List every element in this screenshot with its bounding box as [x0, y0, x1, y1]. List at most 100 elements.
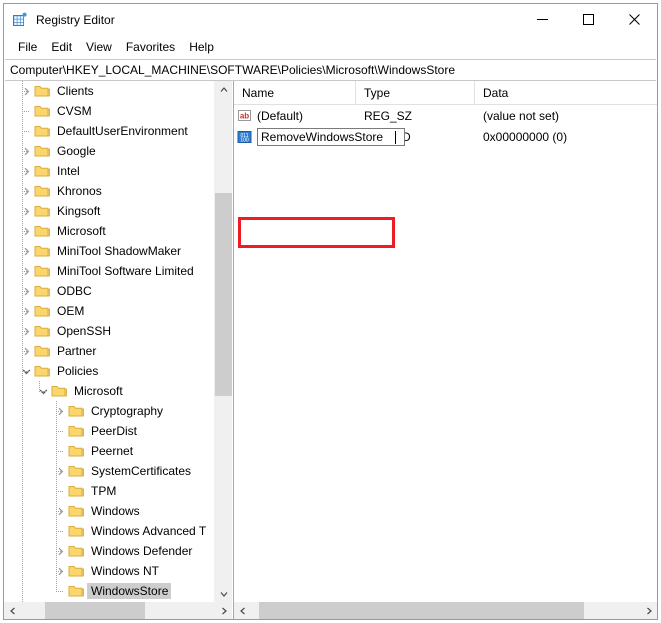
tree-guide-line: [22, 171, 30, 172]
tree-item-windowsstore[interactable]: WindowsStore: [4, 581, 215, 601]
tree-item-minitool-shadowmaker[interactable]: MiniTool ShadowMaker: [4, 241, 215, 261]
tree-item-defaultuserenvironment[interactable]: DefaultUserEnvironment: [4, 121, 215, 141]
menu-item-view[interactable]: View: [79, 38, 119, 56]
tree-item-odbc[interactable]: ODBC: [4, 281, 215, 301]
tree-item-clients[interactable]: Clients: [4, 81, 215, 101]
menu-item-favorites[interactable]: Favorites: [119, 38, 182, 56]
folder-icon: [34, 304, 51, 318]
tree-guide-line: [22, 371, 30, 372]
tree-item-microsoft[interactable]: Microsoft: [4, 381, 215, 401]
close-button[interactable]: [611, 4, 657, 35]
tree-guide-line: [22, 191, 30, 192]
tree-guide-line: [56, 491, 64, 492]
tree-item-policies[interactable]: Policies: [4, 361, 215, 381]
tree-guide-line: [56, 471, 64, 472]
rename-value-editor[interactable]: [257, 128, 405, 146]
tree-item-google[interactable]: Google: [4, 141, 215, 161]
tree-item-khronos[interactable]: Khronos: [4, 181, 215, 201]
value-data-cell: 0x00000000 (0): [475, 130, 657, 144]
folder-icon: [68, 504, 85, 518]
tree-guide-line: [56, 531, 64, 532]
folder-icon: [34, 184, 51, 198]
title-bar[interactable]: Registry Editor: [4, 4, 657, 35]
tree-guide-line: [56, 591, 64, 592]
tree-item-windows-defender[interactable]: Windows Defender: [4, 541, 215, 561]
tree-item-label: PeerDist: [91, 424, 138, 438]
values-hscroll-track[interactable]: [251, 602, 640, 619]
svg-text:ab: ab: [240, 111, 249, 120]
tree-item-tpm[interactable]: TPM: [4, 481, 215, 501]
tree-item-partner[interactable]: Partner: [4, 341, 215, 361]
minimize-button[interactable]: [519, 4, 565, 35]
tree-item-microsoft[interactable]: Microsoft: [4, 221, 215, 241]
tree-item-windows-advanced-t[interactable]: Windows Advanced T: [4, 521, 215, 541]
tree-item-windows-nt[interactable]: Windows NT: [4, 561, 215, 581]
tree-horizontal-scrollbar[interactable]: [4, 602, 232, 619]
tree-item-oem[interactable]: OEM: [4, 301, 215, 321]
tree-item-windows[interactable]: Windows: [4, 501, 215, 521]
tree-item-openssh[interactable]: OpenSSH: [4, 321, 215, 341]
tree-item-label: MiniTool ShadowMaker: [57, 244, 182, 258]
value-name-cell[interactable]: ab (Default): [234, 108, 356, 124]
tree-guide-line: [56, 451, 64, 452]
folder-icon: [34, 104, 51, 118]
tree-scroll-down-button[interactable]: [215, 585, 232, 602]
tree-item-kingsoft[interactable]: Kingsoft: [4, 201, 215, 221]
tree-scroll-right-button[interactable]: [215, 602, 232, 619]
value-data-cell: (value not set): [475, 109, 657, 123]
values-scroll-left-button[interactable]: [234, 602, 251, 619]
tree-guide-line: [22, 351, 30, 352]
tree-scroll-up-button[interactable]: [215, 81, 232, 98]
panes-container: Clients CVSM DefaultUserEnvironment Google I…: [4, 81, 657, 619]
values-horizontal-scrollbar[interactable]: [234, 602, 657, 619]
chevron-left-icon: [9, 607, 15, 614]
tree-item-peernet[interactable]: Peernet: [4, 441, 215, 461]
value-row[interactable]: ab (Default) REG_SZ (value not set): [234, 105, 657, 126]
tree-item-intel[interactable]: Intel: [4, 161, 215, 181]
tree-item-cryptography[interactable]: Cryptography: [4, 401, 215, 421]
values-pane: Name Type Data ab (Default) REG_SZ (value n…: [233, 81, 657, 619]
key-tree-pane: Clients CVSM DefaultUserEnvironment Google I…: [4, 81, 233, 619]
tree-guide-line: [22, 131, 30, 132]
tree-guide-line: [22, 151, 30, 152]
tree-item-systemcertificates[interactable]: SystemCertificates: [4, 461, 215, 481]
registry-editor-icon: [12, 12, 28, 28]
folder-icon: [68, 584, 85, 598]
tree-item-minitool-software-limited[interactable]: MiniTool Software Limited: [4, 261, 215, 281]
folder-icon: [34, 204, 51, 218]
tree-hscroll-thumb[interactable]: [45, 602, 145, 619]
menu-item-help[interactable]: Help: [182, 38, 221, 56]
address-bar[interactable]: Computer\HKEY_LOCAL_MACHINE\SOFTWARE\Pol…: [5, 59, 656, 81]
values-scroll-right-button[interactable]: [640, 602, 657, 619]
tree-guide-line: [22, 331, 30, 332]
column-header-name[interactable]: Name: [234, 81, 356, 104]
menu-item-edit[interactable]: Edit: [44, 38, 79, 56]
chevron-left-icon: [239, 607, 245, 614]
tree-item-cvsm[interactable]: CVSM: [4, 101, 215, 121]
tree-vertical-scrollbar[interactable]: [214, 81, 232, 602]
tree-scroll-thumb[interactable]: [215, 193, 232, 396]
folder-icon: [34, 224, 51, 238]
column-header-data[interactable]: Data: [475, 81, 657, 104]
values-hscroll-thumb[interactable]: [259, 602, 584, 619]
rename-value-input[interactable]: [258, 129, 404, 145]
folder-icon: [68, 524, 85, 538]
tree-guide-line: [22, 111, 30, 112]
folder-icon: [68, 424, 85, 438]
tree-hscroll-track[interactable]: [21, 602, 215, 619]
tree-guide-line: [22, 291, 30, 292]
tree-item-peerdist[interactable]: PeerDist: [4, 421, 215, 441]
column-header-type[interactable]: Type: [356, 81, 475, 104]
tree-scroll-left-button[interactable]: [4, 602, 21, 619]
maximize-button[interactable]: [565, 4, 611, 35]
tree-guide-line: [22, 311, 30, 312]
folder-icon: [34, 364, 51, 378]
text-caret: [395, 131, 396, 144]
menu-item-file[interactable]: File: [11, 38, 44, 56]
